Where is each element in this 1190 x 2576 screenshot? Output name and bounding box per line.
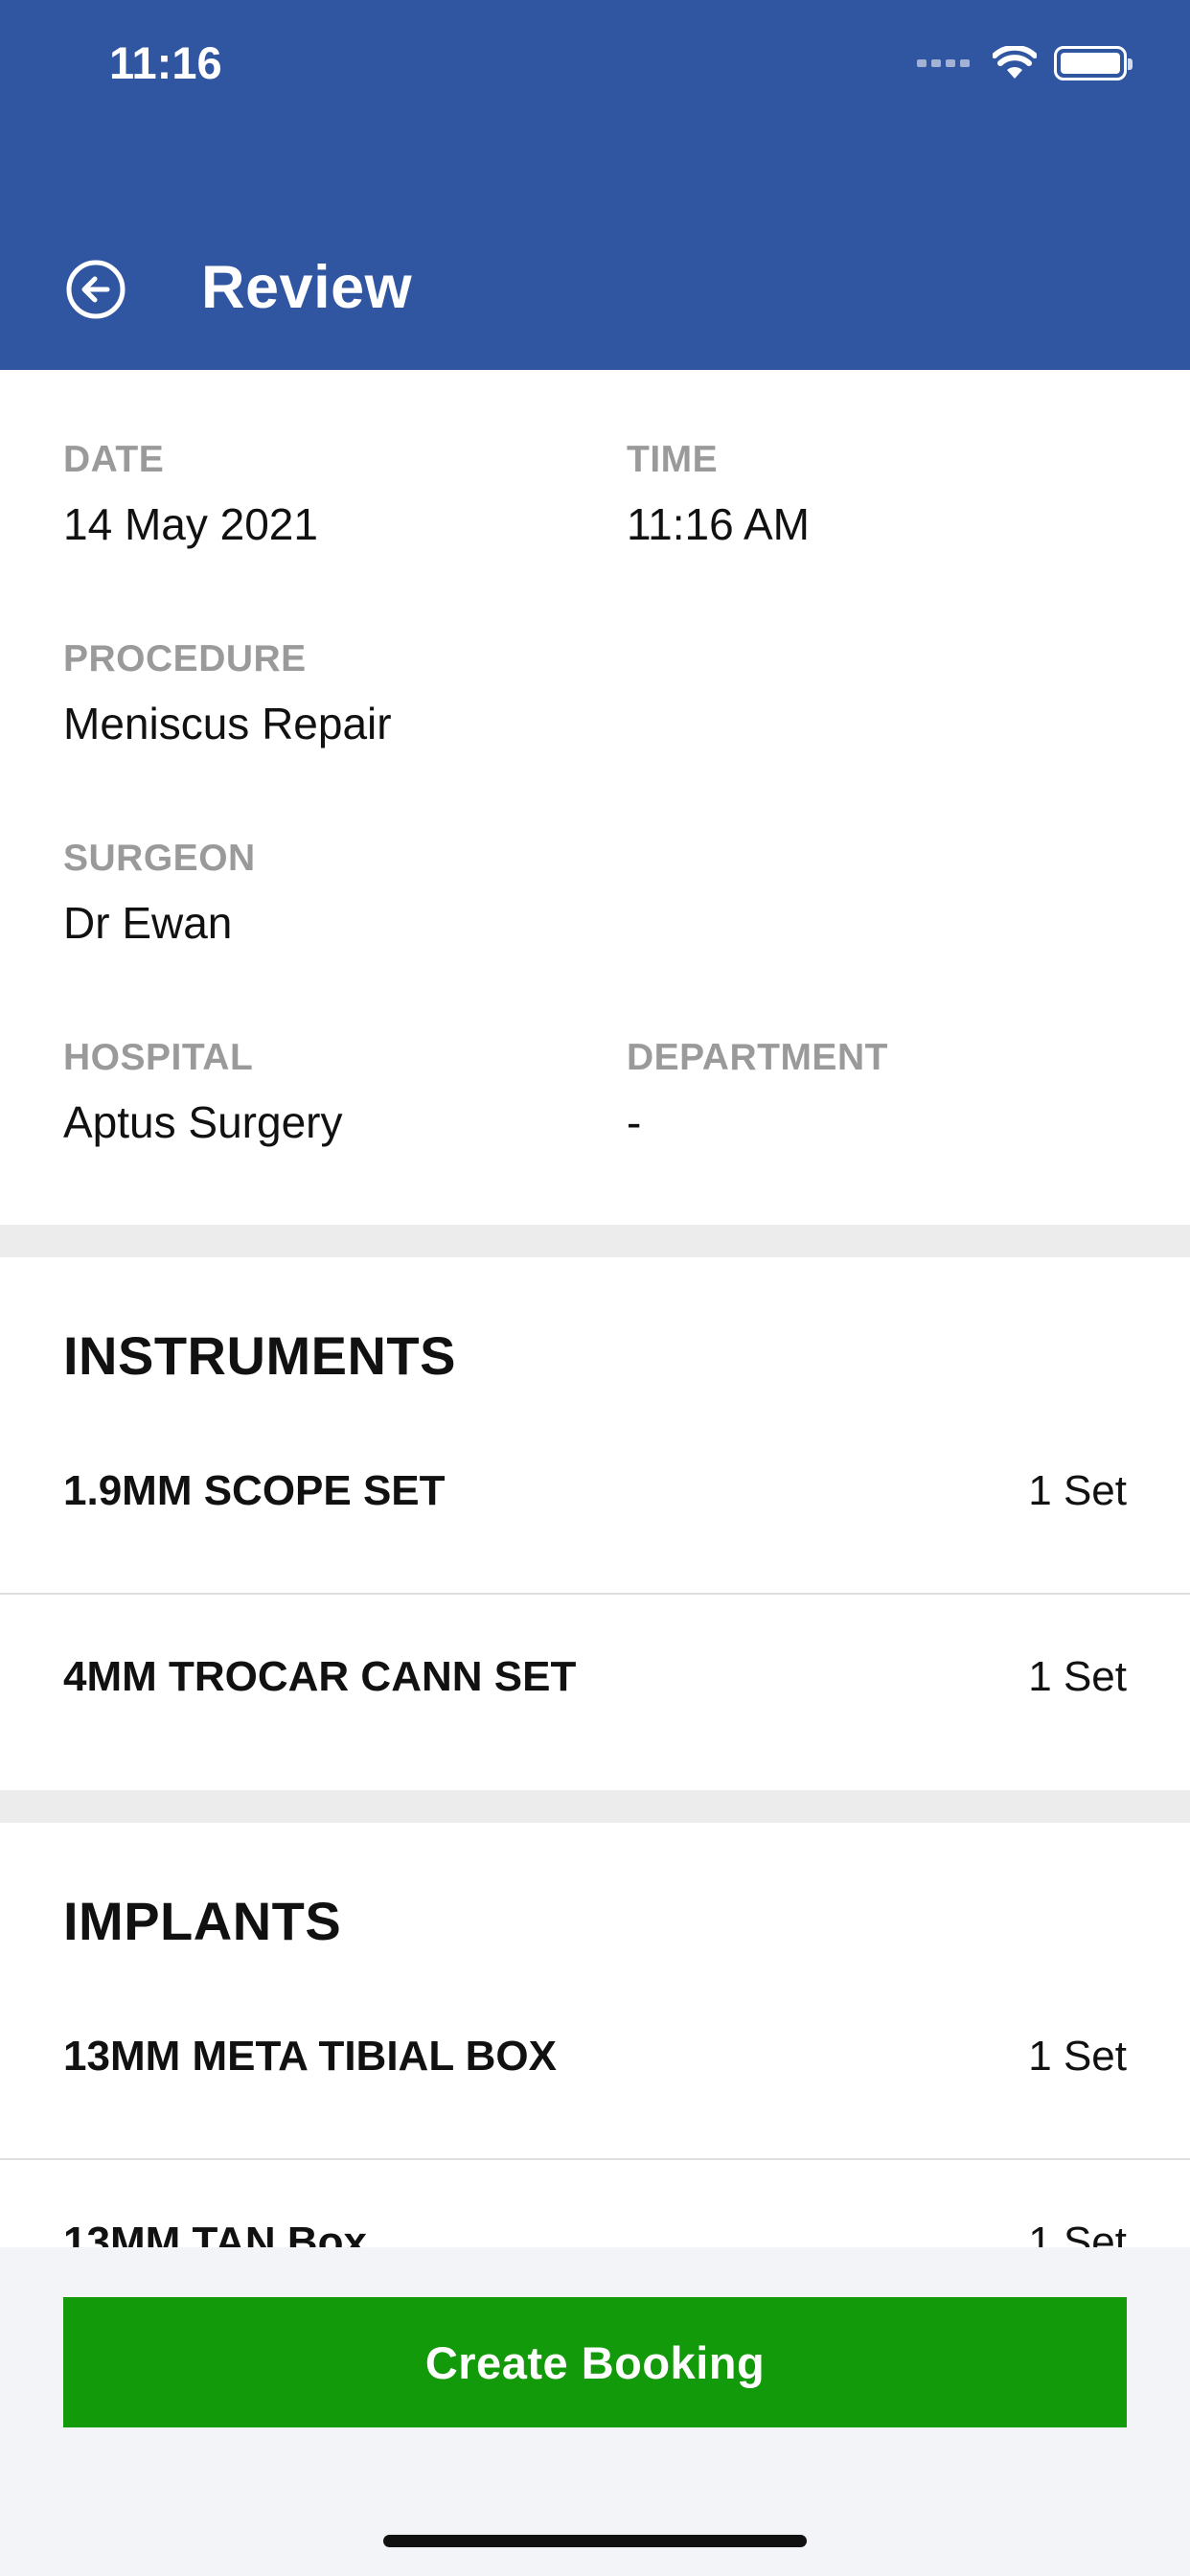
status-bar-time: 11:16 bbox=[109, 37, 222, 88]
hospital-label: HOSPITAL bbox=[63, 1037, 254, 1078]
wifi-icon bbox=[993, 46, 1037, 79]
instruments-title: INSTRUMENTS bbox=[63, 1325, 456, 1386]
hospital-field: HOSPITAL Aptus Surgery bbox=[63, 1037, 342, 1148]
booking-details: DATE 14 May 2021 TIME 11:16 AM PROCEDURE… bbox=[0, 370, 1190, 1225]
department-field: DEPARTMENT - bbox=[627, 1037, 888, 1148]
procedure-field: PROCEDURE Meniscus Repair bbox=[63, 638, 392, 749]
instrument-name: 4MM TROCAR CANN SET bbox=[63, 1653, 577, 1700]
implant-row[interactable]: 13MM META TIBIAL BOX 1 Set bbox=[0, 1974, 1190, 2139]
instruments-section: INSTRUMENTS 1.9MM SCOPE SET 1 Set 4MM TR… bbox=[0, 1257, 1190, 1790]
date-label: DATE bbox=[63, 439, 165, 480]
instrument-row[interactable]: 1.9MM SCOPE SET 1 Set bbox=[0, 1409, 1190, 1574]
procedure-label: PROCEDURE bbox=[63, 638, 307, 679]
footer-bar: Create Booking bbox=[0, 2247, 1190, 2576]
time-value: 11:16 AM bbox=[627, 499, 810, 549]
hospital-value: Aptus Surgery bbox=[63, 1097, 343, 1147]
surgeon-field: SURGEON Dr Ewan bbox=[63, 838, 256, 949]
implant-qty: 1 Set bbox=[1028, 2033, 1127, 2080]
time-label: TIME bbox=[627, 439, 719, 480]
department-value: - bbox=[627, 1097, 642, 1147]
implants-title: IMPLANTS bbox=[63, 1891, 342, 1951]
section-divider bbox=[0, 1225, 1190, 1257]
section-divider bbox=[0, 1790, 1190, 1823]
implants-section: IMPLANTS 13MM META TIBIAL BOX 1 Set 13MM… bbox=[0, 1823, 1190, 2302]
date-value: 14 May 2021 bbox=[63, 499, 318, 549]
battery-icon bbox=[1054, 46, 1133, 80]
procedure-value: Meniscus Repair bbox=[63, 699, 392, 748]
arrow-left-circle-icon bbox=[66, 260, 126, 319]
implant-name: 13MM META TIBIAL BOX bbox=[63, 2033, 557, 2080]
surgeon-value: Dr Ewan bbox=[63, 898, 233, 948]
department-label: DEPARTMENT bbox=[627, 1037, 888, 1078]
time-field: TIME 11:16 AM bbox=[627, 439, 810, 550]
page-title: Review bbox=[201, 254, 413, 321]
back-button[interactable] bbox=[65, 259, 126, 320]
surgeon-label: SURGEON bbox=[63, 838, 256, 879]
status-bar-icons bbox=[917, 44, 1133, 82]
instrument-qty: 1 Set bbox=[1028, 1467, 1127, 1514]
instrument-row[interactable]: 4MM TROCAR CANN SET 1 Set bbox=[0, 1595, 1190, 1760]
home-indicator[interactable] bbox=[383, 2535, 807, 2547]
date-field: DATE 14 May 2021 bbox=[63, 439, 318, 550]
create-booking-button[interactable]: Create Booking bbox=[63, 2297, 1127, 2427]
instrument-name: 1.9MM SCOPE SET bbox=[63, 1467, 446, 1514]
instrument-qty: 1 Set bbox=[1028, 1653, 1127, 1700]
cellular-signal-icon bbox=[917, 59, 970, 67]
app-header: 11:16 Review bbox=[0, 0, 1190, 370]
